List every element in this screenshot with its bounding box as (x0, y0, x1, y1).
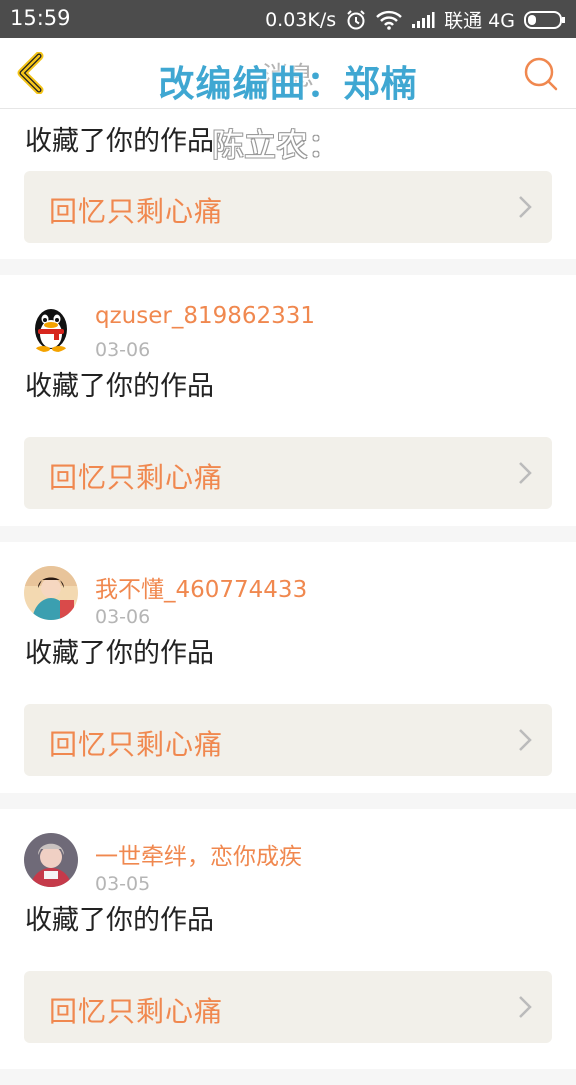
work-link[interactable]: 回忆只剩心痛 (24, 171, 552, 243)
penguin-icon[interactable] (24, 299, 78, 353)
work-title: 回忆只剩心痛 (49, 728, 224, 761)
notification-feed: 收藏了你的作品 回忆只剩心痛 qzuser_819862331 03-06 收藏… (0, 109, 576, 1085)
action-text: 收藏了你的作品 (25, 905, 214, 936)
timestamp: 03-06 (95, 339, 151, 361)
lyric-overlay-line1: 改编编曲：郑楠 (158, 64, 418, 105)
work-link[interactable]: 回忆只剩心痛 (24, 437, 552, 509)
chevron-right-icon (519, 462, 532, 484)
chevron-right-icon (519, 996, 532, 1018)
carrier-label: 联通 4G (444, 10, 515, 32)
work-link[interactable]: 回忆只剩心痛 (24, 704, 552, 776)
username[interactable]: 一世牵绊，恋你成疾 (95, 837, 302, 871)
notification-item: 一世牵绊，恋你成疾 03-05 收藏了你的作品 回忆只剩心痛 (0, 809, 576, 1069)
battery-icon (524, 10, 565, 29)
username[interactable]: 我不懂_460774433 (95, 570, 307, 604)
status-time: 15:59 (10, 6, 71, 30)
work-title: 回忆只剩心痛 (49, 995, 224, 1028)
timestamp: 03-05 (95, 873, 151, 895)
status-bar: 15:59 0.03K/s 联通 4G (0, 0, 576, 38)
lyric-overlay-line2: 陈立农： (212, 126, 341, 164)
signal-icon (412, 11, 435, 28)
chevron-right-icon (519, 729, 532, 751)
notification-item: 我不懂_460774433 03-06 收藏了你的作品 回忆只剩心痛 (0, 542, 576, 793)
network-speed: 0.03K/s (265, 8, 337, 31)
chevron-right-icon (519, 196, 532, 218)
work-link[interactable]: 回忆只剩心痛 (24, 971, 552, 1043)
status-indicators: 0.03K/s 联通 4G (265, 6, 566, 33)
user-avatar[interactable] (24, 566, 78, 620)
notification-item: qzuser_819862331 03-06 收藏了你的作品 回忆只剩心痛 (0, 275, 576, 526)
work-title: 回忆只剩心痛 (49, 195, 224, 228)
action-text: 收藏了你的作品 (25, 638, 214, 669)
timestamp: 03-06 (95, 606, 151, 628)
work-title: 回忆只剩心痛 (49, 461, 224, 494)
username[interactable]: qzuser_819862331 (95, 303, 315, 329)
user-avatar[interactable] (24, 833, 78, 887)
wifi-icon (376, 10, 402, 30)
alarm-icon (347, 9, 365, 29)
action-text: 收藏了你的作品 (25, 371, 214, 402)
action-text: 收藏了你的作品 (25, 126, 214, 157)
